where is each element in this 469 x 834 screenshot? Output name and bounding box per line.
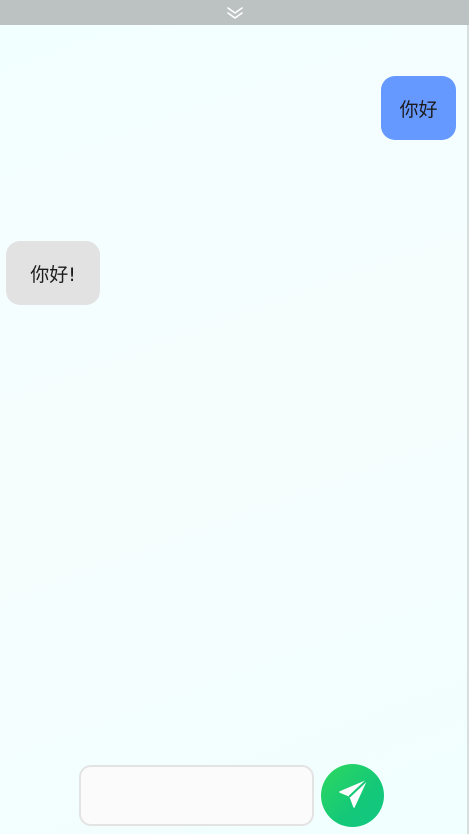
- assistant-message-bubble: 你好!: [6, 241, 100, 305]
- paper-plane-icon: [336, 777, 370, 815]
- assistant-message-text: 你好!: [30, 263, 76, 286]
- double-chevron-down-icon[interactable]: [226, 6, 244, 20]
- user-message-text: 你好: [399, 98, 438, 121]
- message-input[interactable]: [79, 765, 314, 826]
- top-bar: [0, 0, 469, 25]
- user-message-bubble: 你好: [381, 76, 456, 140]
- send-button[interactable]: [321, 764, 384, 827]
